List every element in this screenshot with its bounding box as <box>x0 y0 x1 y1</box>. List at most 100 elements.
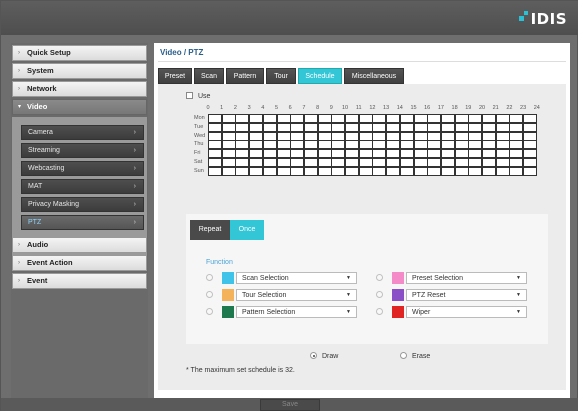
schedule-cell[interactable] <box>399 140 414 150</box>
schedule-cell[interactable] <box>235 122 250 132</box>
schedule-cell[interactable] <box>509 158 524 167</box>
function-radio[interactable] <box>206 274 213 281</box>
schedule-cell[interactable] <box>358 114 373 123</box>
schedule-cell[interactable] <box>208 122 222 132</box>
schedule-cell[interactable] <box>345 122 359 132</box>
schedule-cell[interactable] <box>235 114 250 123</box>
schedule-cell[interactable] <box>440 140 455 150</box>
schedule-cell[interactable] <box>509 122 524 132</box>
schedule-cell[interactable] <box>303 149 318 159</box>
schedule-cell[interactable] <box>235 149 250 159</box>
schedule-cell[interactable] <box>221 131 236 141</box>
schedule-cell[interactable] <box>482 122 496 132</box>
schedule-cell[interactable] <box>482 149 496 159</box>
schedule-cell[interactable] <box>495 140 510 150</box>
schedule-cell[interactable] <box>454 149 469 159</box>
schedule-cell[interactable] <box>221 122 236 132</box>
schedule-cell[interactable] <box>358 166 373 176</box>
schedule-cell[interactable] <box>262 166 277 176</box>
schedule-cell[interactable] <box>208 140 222 150</box>
schedule-cell[interactable] <box>495 122 510 132</box>
sidebar-item-network[interactable]: › Network <box>12 81 147 97</box>
function-radio[interactable] <box>376 291 383 298</box>
schedule-cell[interactable] <box>386 114 401 123</box>
schedule-cell[interactable] <box>440 158 455 167</box>
schedule-cell[interactable] <box>290 158 305 167</box>
schedule-cell[interactable] <box>262 149 277 159</box>
schedule-cell[interactable] <box>262 122 277 132</box>
schedule-cell[interactable] <box>386 149 401 159</box>
sidebar-item-event[interactable]: › Event <box>12 273 147 289</box>
schedule-cell[interactable] <box>523 131 538 141</box>
schedule-cell[interactable] <box>399 149 414 159</box>
schedule-cell[interactable] <box>399 158 414 167</box>
schedule-cell[interactable] <box>482 131 496 141</box>
schedule-cell[interactable] <box>523 114 538 123</box>
schedule-cell[interactable] <box>331 122 346 132</box>
scan-selection-dropdown[interactable]: Scan Selection ▼ <box>236 272 357 284</box>
schedule-cell[interactable] <box>468 149 483 159</box>
schedule-cell[interactable] <box>509 166 524 176</box>
schedule-cell[interactable] <box>345 166 359 176</box>
schedule-cell[interactable] <box>235 166 250 176</box>
schedule-cell[interactable] <box>454 122 469 132</box>
schedule-cell[interactable] <box>427 114 442 123</box>
schedule-cell[interactable] <box>386 158 401 167</box>
schedule-cell[interactable] <box>440 122 455 132</box>
schedule-cell[interactable] <box>317 122 332 132</box>
schedule-cell[interactable] <box>468 114 483 123</box>
schedule-cell[interactable] <box>386 131 401 141</box>
schedule-cell[interactable] <box>345 158 359 167</box>
schedule-cell[interactable] <box>235 131 250 141</box>
schedule-cell[interactable] <box>509 149 524 159</box>
schedule-cell[interactable] <box>372 166 387 176</box>
schedule-cell[interactable] <box>358 122 373 132</box>
schedule-cell[interactable] <box>262 114 277 123</box>
schedule-cell[interactable] <box>345 149 359 159</box>
schedule-cell[interactable] <box>262 158 277 167</box>
schedule-cell[interactable] <box>372 114 387 123</box>
schedule-cell[interactable] <box>276 114 291 123</box>
schedule-cell[interactable] <box>413 140 428 150</box>
schedule-cell[interactable] <box>249 114 264 123</box>
schedule-cell[interactable] <box>331 166 346 176</box>
schedule-cell[interactable] <box>509 114 524 123</box>
schedule-cell[interactable] <box>331 114 346 123</box>
use-checkbox[interactable] <box>186 92 193 99</box>
schedule-cell[interactable] <box>427 131 442 141</box>
schedule-cell[interactable] <box>468 122 483 132</box>
schedule-cell[interactable] <box>495 114 510 123</box>
schedule-cell[interactable] <box>523 140 538 150</box>
schedule-cell[interactable] <box>440 114 455 123</box>
schedule-cell[interactable] <box>317 131 332 141</box>
schedule-cell[interactable] <box>208 158 222 167</box>
schedule-cell[interactable] <box>386 166 401 176</box>
tab-scan[interactable]: Scan <box>194 68 224 84</box>
schedule-cell[interactable] <box>331 131 346 141</box>
schedule-cell[interactable] <box>235 158 250 167</box>
schedule-cell[interactable] <box>303 114 318 123</box>
schedule-cell[interactable] <box>495 158 510 167</box>
schedule-cell[interactable] <box>221 166 236 176</box>
schedule-cell[interactable] <box>454 158 469 167</box>
schedule-cell[interactable] <box>249 149 264 159</box>
preset-selection-dropdown[interactable]: Preset Selection ▼ <box>406 272 527 284</box>
schedule-cell[interactable] <box>290 114 305 123</box>
schedule-cell[interactable] <box>317 158 332 167</box>
schedule-cell[interactable] <box>399 166 414 176</box>
schedule-cell[interactable] <box>468 131 483 141</box>
schedule-cell[interactable] <box>413 122 428 132</box>
schedule-cell[interactable] <box>427 158 442 167</box>
schedule-cell[interactable] <box>427 149 442 159</box>
schedule-cell[interactable] <box>454 131 469 141</box>
tab-miscellaneous[interactable]: Miscellaneous <box>344 68 404 84</box>
schedule-cell[interactable] <box>303 166 318 176</box>
schedule-cell[interactable] <box>482 166 496 176</box>
schedule-cell[interactable] <box>358 140 373 150</box>
schedule-cell[interactable] <box>262 131 277 141</box>
schedule-cell[interactable] <box>290 131 305 141</box>
schedule-cell[interactable] <box>331 149 346 159</box>
schedule-cell[interactable] <box>249 166 264 176</box>
schedule-cell[interactable] <box>317 140 332 150</box>
schedule-cell[interactable] <box>372 158 387 167</box>
